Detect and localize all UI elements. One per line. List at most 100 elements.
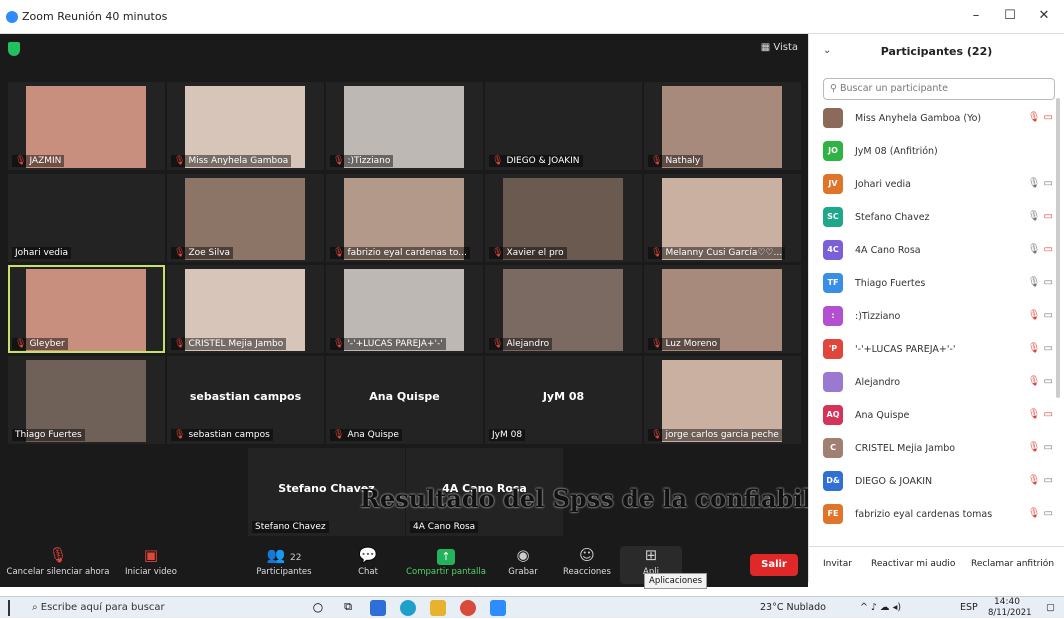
participant-tile[interactable]: 🎙 Luz Moreno [644, 265, 801, 353]
security-shield-icon[interactable] [8, 42, 20, 56]
mail-icon[interactable] [370, 600, 386, 616]
participant-row[interactable]: C CRISTEL Mejia Jambo 🎙 ▭ [823, 434, 1053, 467]
tray-icons[interactable]: ^ ♪ ☁ ◂) [860, 602, 901, 613]
participant-status-icons: 🎙 ▭ [1028, 376, 1053, 387]
panel-scrollbar[interactable] [1056, 98, 1060, 398]
language-label[interactable]: ESP [960, 602, 978, 613]
mic-off-icon: 🎙 [174, 156, 186, 166]
participant-name: CRISTEL Mejia Jambo [855, 443, 956, 454]
mic-off-icon: 🎙 [48, 546, 68, 564]
edge-icon[interactable] [400, 600, 416, 616]
clock-time[interactable]: 14:40 [994, 597, 1020, 607]
start-button[interactable] [8, 600, 10, 616]
participant-tile[interactable]: 🎙:)Tizziano [326, 82, 483, 170]
avatar: C [823, 438, 843, 458]
participant-tile[interactable]: 🎙 jorge carlos garcia peche [644, 356, 801, 444]
participant-status-icons: 🎙 ▭ [1028, 244, 1053, 255]
invite-button[interactable]: Invitar [823, 559, 852, 569]
participant-tile[interactable]: 🎙 '-'+LUCAS PAREJA+'-' [326, 265, 483, 353]
avatar: : [823, 306, 843, 326]
avatar [823, 372, 843, 392]
zoom-icon [6, 11, 18, 23]
task-view-icon[interactable]: ⧉ [340, 600, 356, 616]
unmute-button[interactable]: 🎙 Cancelar silenciar ahora [6, 546, 110, 577]
participant-row[interactable]: 'P '-'+LUCAS PAREJA+'-' 🎙 ▭ [823, 335, 1053, 368]
chat-button[interactable]: 💬 Chat [350, 546, 386, 577]
participant-status-icons: 🎙 ▭ [1028, 508, 1053, 519]
tile-name-label: 🎙 Miss Anyhela Gamboa [171, 155, 292, 167]
participant-search-input[interactable]: ⚲ Buscar un participante [823, 78, 1055, 100]
mic-off-icon: 🎙 [1027, 112, 1041, 123]
tile-display-name: JyM 08 [542, 390, 585, 403]
reactions-button[interactable]: ☺ Reacciones [560, 546, 614, 577]
start-video-button[interactable]: ▣ Iniciar video [118, 546, 184, 577]
participant-tile[interactable]: 🎙 Nathaly [644, 82, 801, 170]
participant-tile[interactable]: 🎙 fabrizio eyal cardenas to... [326, 174, 483, 262]
claim-host-button[interactable]: Reclamar anfitrión [971, 559, 1054, 569]
share-screen-button[interactable]: ↑ Compartir pantalla [404, 546, 488, 577]
close-button[interactable]: ✕ [1034, 8, 1054, 23]
emoji-icon: ☺ [579, 546, 595, 564]
participant-tile[interactable]: sebastian campos 🎙 sebastian campos [167, 356, 324, 444]
participant-status-icons: 🎙 ▭ [1028, 343, 1053, 354]
participant-row[interactable]: SC Stefano Chavez 🎙 ▭ [823, 203, 1053, 236]
participant-tile[interactable]: Johari vedia [8, 174, 165, 262]
overlay-caption: Resultado del Spss de la confiabilidad [360, 484, 870, 513]
participant-row[interactable]: 4C 4A Cano Rosa 🎙 ▭ [823, 236, 1053, 269]
view-button[interactable]: ▦ Vista [761, 42, 798, 53]
participants-button[interactable]: 👥 22 Participantes [248, 546, 320, 577]
tile-name-label: 🎙 Ana Quispe [330, 429, 402, 441]
minimize-button[interactable]: – [966, 8, 986, 23]
tile-name-label: 🎙 DIEGO & JOAKIN [489, 155, 583, 167]
participant-row[interactable]: ::)Tizziano 🎙 ▭ [823, 302, 1053, 335]
participant-row[interactable]: D& DIEGO & JOAKIN 🎙 ▭ [823, 467, 1053, 500]
panel-footer: Invitar Reactivar mi audio Reclamar anfi… [809, 546, 1064, 582]
participant-tile[interactable]: 🎙 DIEGO & JOAKIN [485, 82, 642, 170]
participant-name: JyM 08 (Anfitrión) [855, 146, 938, 157]
participant-tile[interactable]: 🎙 Zoe Silva [167, 174, 324, 262]
mic-icon: 🎙 [1027, 277, 1041, 288]
participant-row[interactable]: TF Thiago Fuertes 🎙 ▭ [823, 269, 1053, 302]
participant-row[interactable]: FE fabrizio eyal cardenas tomas 🎙 ▭ [823, 500, 1053, 533]
participant-status-icons: 🎙 ▭ [1028, 310, 1053, 321]
window-title: Zoom Reunión 40 minutos [22, 10, 168, 23]
participant-tile[interactable]: 🎙 Melanny Cusi García♡♡... [644, 174, 801, 262]
participant-tile[interactable]: 🎙 Xavier el pro [485, 174, 642, 262]
clock-date[interactable]: 8/11/2021 [988, 608, 1032, 618]
mic-off-icon: 🎙 [333, 430, 345, 440]
participant-tile[interactable]: 🎙 JAZMIN [8, 82, 165, 170]
participant-tile[interactable]: 🎙 Alejandro [485, 265, 642, 353]
leave-button[interactable]: Salir [750, 554, 798, 576]
participant-row[interactable]: JV Johari vedia 🎙 ▭ [823, 170, 1053, 203]
file-explorer-icon[interactable] [430, 600, 446, 616]
camera-off-icon: ▭ [1040, 244, 1053, 255]
chrome-icon[interactable] [460, 600, 476, 616]
participant-row[interactable]: Miss Anyhela Gamboa (Yo) 🎙 ▭ [823, 104, 1053, 137]
participant-tile[interactable]: 🎙 CRISTEL Mejia Jambo [167, 265, 324, 353]
mic-off-icon: 🎙 [174, 248, 186, 258]
weather-label[interactable]: 23°C Nublado [760, 602, 826, 613]
zoom-taskbar-icon[interactable] [490, 600, 506, 616]
maximize-button[interactable]: ☐ [1000, 8, 1020, 23]
participant-tile[interactable]: Thiago Fuertes [8, 356, 165, 444]
participant-tile[interactable]: 🎙 Gleyber [8, 265, 165, 353]
tile-name-label: 🎙 Melanny Cusi García♡♡... [648, 247, 786, 259]
participant-row[interactable]: JO JyM 08 (Anfitrión) [823, 137, 1053, 170]
mic-icon: 🎙 [1027, 178, 1041, 189]
mic-off-icon: 🎙 [1027, 508, 1041, 519]
participant-name: DIEGO & JOAKIN [855, 476, 933, 487]
taskbar-search[interactable]: ⌕ Escribe aquí para buscar [32, 597, 165, 619]
notifications-icon[interactable]: ▢ [1046, 602, 1055, 613]
participant-tile[interactable]: JyM 08 JyM 08 [485, 356, 642, 444]
participants-panel: ⌄ Participantes (22) ⚲ Buscar un partici… [808, 34, 1064, 582]
tile-name-label: JyM 08 [489, 429, 526, 441]
mic-off-icon: 🎙 [174, 339, 186, 349]
participant-row[interactable]: AQ Ana Quispe 🎙 ▭ [823, 401, 1053, 434]
participant-tile[interactable]: 🎙 Miss Anyhela Gamboa [167, 82, 324, 170]
participant-row[interactable]: Alejandro 🎙 ▭ [823, 368, 1053, 401]
reactivate-audio-button[interactable]: Reactivar mi audio [871, 559, 955, 569]
record-button[interactable]: ◉ Grabar [504, 546, 542, 577]
participant-tile[interactable]: Ana Quispe 🎙 Ana Quispe [326, 356, 483, 444]
cortana-icon[interactable]: ○ [310, 600, 326, 616]
camera-icon: ▭ [1040, 178, 1053, 189]
